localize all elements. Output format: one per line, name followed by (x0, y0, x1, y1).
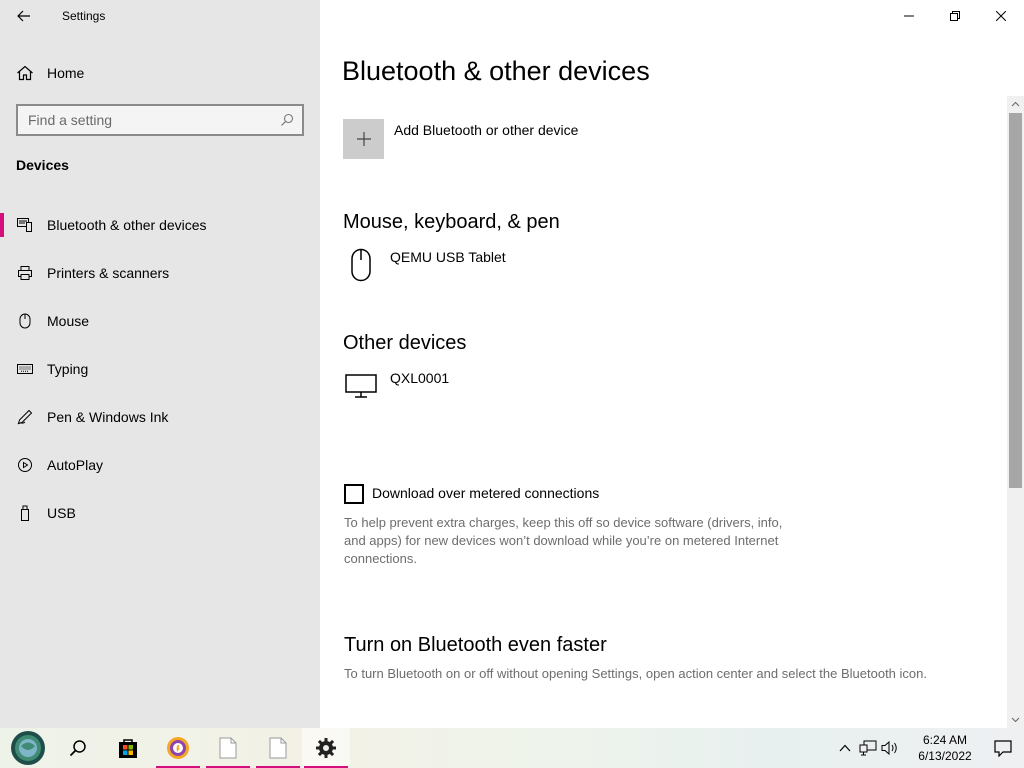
back-arrow-icon (17, 10, 30, 22)
sidebar-item-label: Pen & Windows Ink (47, 409, 169, 425)
devices-nav-list: Bluetooth & other devices Printers & sca… (0, 205, 320, 541)
title-bar: Settings (0, 0, 320, 32)
sidebar-item-label: USB (47, 505, 76, 521)
close-icon (996, 11, 1006, 21)
vertical-scrollbar[interactable] (1007, 96, 1024, 728)
sidebar-item-label: AutoPlay (47, 457, 104, 473)
taskbar-search-button[interactable] (54, 728, 102, 768)
monitor-icon (343, 368, 379, 404)
add-device-label: Add Bluetooth or other device (394, 122, 579, 138)
sidebar-item-pen[interactable]: Pen & Windows Ink (0, 397, 320, 445)
metered-help-text: To help prevent extra charges, keep this… (344, 515, 783, 566)
search-input[interactable]: Find a setting (16, 104, 304, 136)
taskbar-settings-button[interactable] (302, 728, 350, 768)
store-icon (119, 739, 137, 758)
sidebar-item-mouse[interactable]: Mouse (0, 301, 320, 349)
mouse-icon (16, 312, 34, 330)
restore-button[interactable] (932, 0, 978, 32)
metered-download-label: Download over metered connections (372, 485, 600, 501)
system-tray: 6:24 AM 6/13/2022 (824, 728, 1024, 768)
minimize-icon (904, 15, 914, 17)
clock-date: 6/13/2022 (918, 749, 972, 763)
metered-download-checkbox-row[interactable]: Download over metered connections (344, 484, 744, 504)
chevron-up-icon (839, 744, 851, 752)
taskbar-store-button[interactable] (104, 728, 152, 768)
section-label-devices: Devices (16, 157, 69, 173)
window-controls (886, 0, 1024, 32)
taskbar-document-button-2[interactable] (254, 728, 302, 768)
usb-icon (16, 504, 34, 522)
group-heading-input-devices: Mouse, keyboard, & pen (343, 211, 560, 233)
settings-sidebar: Settings Home Find a setting Devices Blu… (0, 0, 320, 728)
sidebar-item-label: Typing (47, 361, 89, 377)
network-icon (859, 740, 877, 756)
scroll-thumb[interactable] (1009, 113, 1022, 488)
device-name: QXL0001 (390, 370, 450, 386)
document-icon (269, 737, 287, 759)
browser-icon (167, 737, 189, 759)
search-placeholder: Find a setting (28, 112, 113, 128)
show-hidden-icons-button[interactable] (836, 739, 854, 757)
sidebar-item-label: Printers & scanners (47, 265, 170, 281)
autoplay-icon (16, 456, 34, 474)
bluetooth-faster-heading: Turn on Bluetooth even faster (344, 634, 607, 656)
home-nav-item[interactable]: Home (0, 58, 320, 88)
bluetooth-devices-icon (16, 216, 34, 234)
taskbar-browser-button[interactable] (154, 728, 202, 768)
sidebar-item-label: Mouse (47, 313, 90, 329)
device-qxl0001[interactable]: QXL0001 (343, 368, 643, 404)
notification-icon (994, 739, 1012, 757)
sidebar-item-bluetooth[interactable]: Bluetooth & other devices (0, 205, 320, 253)
home-label: Home (47, 65, 85, 81)
sidebar-item-label: Bluetooth & other devices (47, 217, 207, 233)
sidebar-item-usb[interactable]: USB (0, 493, 320, 541)
settings-gear-icon (316, 738, 336, 758)
clock[interactable]: 6:24 AM 6/13/2022 (910, 732, 980, 764)
add-device-button[interactable]: Add Bluetooth or other device (343, 119, 643, 159)
restore-icon (950, 11, 960, 21)
start-orb-icon (11, 731, 45, 765)
home-icon (17, 65, 33, 81)
scroll-up-arrow-icon[interactable] (1007, 96, 1024, 112)
minimize-button[interactable] (886, 0, 932, 32)
scroll-down-arrow-icon[interactable] (1007, 712, 1024, 728)
taskbar: 6:24 AM 6/13/2022 (0, 728, 1024, 768)
close-button[interactable] (978, 0, 1024, 32)
search-icon (281, 113, 294, 126)
pen-icon (16, 408, 34, 426)
volume-icon (881, 740, 897, 756)
bluetooth-faster-help-text: To turn Bluetooth on or off without open… (344, 666, 927, 681)
device-qemu-usb-tablet[interactable]: QEMU USB Tablet (343, 247, 643, 283)
printer-icon (16, 264, 34, 282)
sidebar-item-typing[interactable]: Typing (0, 349, 320, 397)
plus-icon (343, 119, 384, 159)
action-center-button[interactable] (991, 736, 1015, 760)
mouse-icon (343, 247, 379, 283)
clock-time: 6:24 AM (922, 733, 968, 747)
search-icon (69, 740, 86, 757)
sidebar-item-autoplay[interactable]: AutoPlay (0, 445, 320, 493)
keyboard-icon (16, 360, 34, 378)
back-button[interactable] (12, 6, 36, 26)
taskbar-document-button-1[interactable] (204, 728, 252, 768)
volume-button[interactable] (881, 739, 899, 757)
start-button[interactable] (4, 728, 52, 768)
metered-download-checkbox[interactable] (344, 484, 364, 504)
network-button[interactable] (859, 739, 877, 757)
page-title: Bluetooth & other devices (342, 56, 650, 86)
document-icon (219, 737, 237, 759)
sidebar-item-printers[interactable]: Printers & scanners (0, 253, 320, 301)
main-content: Bluetooth & other devices Add Bluetooth … (320, 0, 1024, 728)
device-name: QEMU USB Tablet (390, 249, 506, 265)
app-title: Settings (62, 9, 106, 23)
selected-indicator (0, 213, 4, 237)
group-heading-other-devices: Other devices (343, 332, 467, 354)
